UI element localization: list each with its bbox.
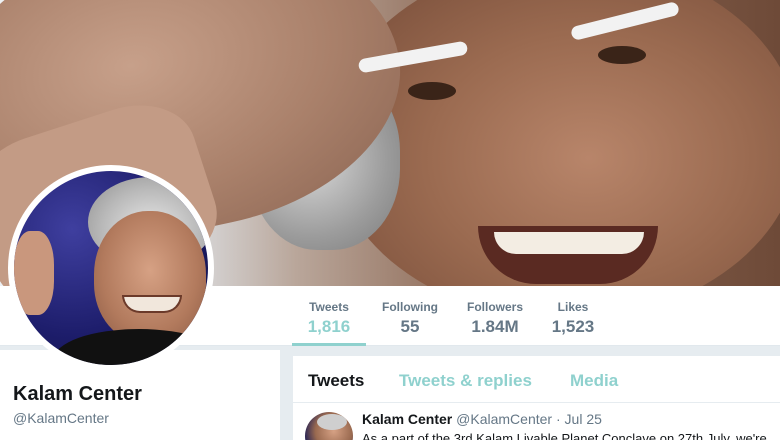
- stat-tweets-count: 1,816: [307, 317, 351, 336]
- tweet-author-handle[interactable]: @KalamCenter: [456, 411, 552, 427]
- avatar-body: [54, 329, 208, 365]
- avatar-photo: [14, 171, 208, 365]
- stat-followers[interactable]: Followers 1.84M: [458, 286, 532, 346]
- stat-tweets[interactable]: Tweets 1,816: [292, 286, 366, 346]
- tweet-header: Kalam Center @KalamCenter · Jul 25: [362, 411, 602, 427]
- stat-following-label: Following: [382, 300, 438, 314]
- stat-likes-count: 1,523: [551, 317, 595, 336]
- profile-name: Kalam Center: [13, 383, 142, 405]
- timeline: Tweets Tweets & replies Media Kalam Cent…: [293, 356, 780, 440]
- tweet-avatar-hair: [317, 414, 347, 430]
- header-teeth: [494, 232, 644, 254]
- stat-following-count: 55: [400, 317, 420, 336]
- avatar-hand: [14, 231, 54, 315]
- tweet-avatar[interactable]: [305, 412, 353, 440]
- tab-tweets[interactable]: Tweets: [308, 371, 364, 391]
- tab-media[interactable]: Media: [570, 371, 618, 391]
- avatar-smile: [122, 295, 182, 313]
- tab-tweets-and-replies[interactable]: Tweets & replies: [399, 371, 532, 391]
- stat-likes-label: Likes: [557, 300, 589, 314]
- tweet-date[interactable]: Jul 25: [565, 411, 602, 427]
- profile-handle[interactable]: @KalamCenter: [13, 410, 109, 426]
- tweet-author-name[interactable]: Kalam Center: [362, 411, 452, 427]
- header-eye-right: [598, 46, 646, 64]
- profile-avatar[interactable]: [8, 165, 214, 371]
- stat-followers-label: Followers: [466, 300, 523, 314]
- stat-following[interactable]: Following 55: [374, 286, 446, 346]
- avatar-face: [94, 211, 206, 343]
- tweet-separator: ·: [555, 411, 561, 427]
- stat-likes[interactable]: Likes 1,523: [540, 286, 606, 346]
- stat-followers-count: 1.84M: [471, 317, 519, 336]
- tweet-item[interactable]: Kalam Center @KalamCenter · Jul 25 As a …: [293, 403, 780, 440]
- header-eye-left: [408, 82, 456, 100]
- tweet-text: As a part of the 3rd Kalam Livable Plane…: [362, 431, 767, 440]
- stat-tweets-label: Tweets: [309, 300, 349, 314]
